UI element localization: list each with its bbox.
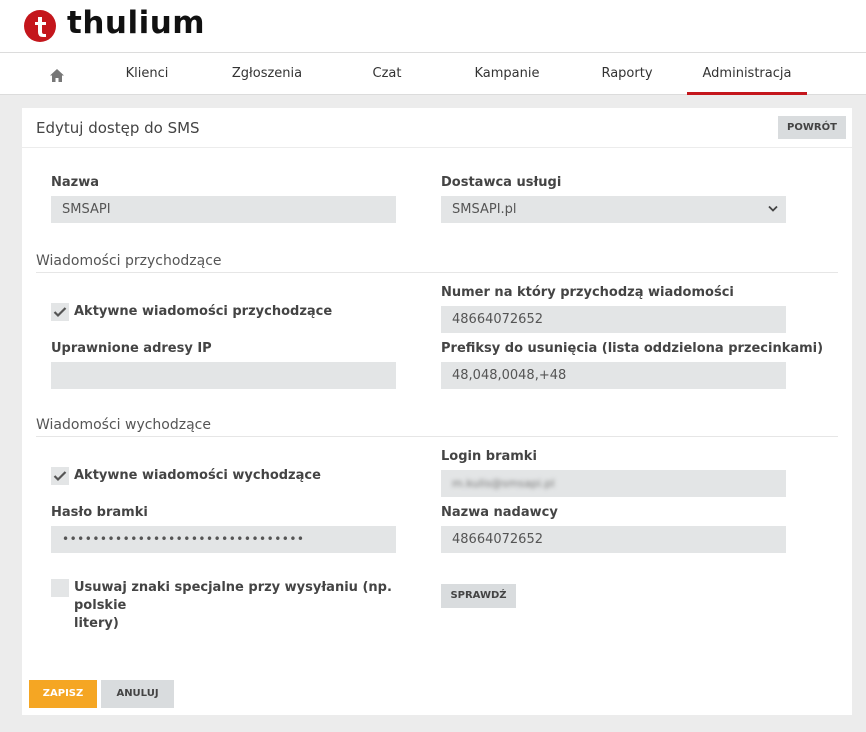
incoming-section-divider <box>36 272 838 273</box>
remove-special-chars-checkbox[interactable] <box>51 579 69 597</box>
gateway-login-label: Login bramki <box>441 449 537 464</box>
nav-item-czat[interactable]: Czat <box>352 53 422 95</box>
incoming-active-checkbox[interactable] <box>51 303 69 321</box>
name-label: Nazwa <box>51 175 100 190</box>
incoming-number-input[interactable]: 48664072652 <box>441 306 786 333</box>
chevron-down-icon <box>768 205 778 212</box>
provider-label: Dostawca usługi <box>441 175 562 190</box>
outgoing-active-checkbox[interactable] <box>51 467 69 485</box>
back-button[interactable]: POWRÓT <box>778 116 846 139</box>
provider-select-value: SMSAPI.pl <box>452 202 517 217</box>
brand-name[interactable]: thulium <box>67 5 205 41</box>
sender-name-input[interactable]: 48664072652 <box>441 526 786 553</box>
top-bar: thulium <box>0 0 866 52</box>
prefix-input[interactable]: 48,048,0048,+48 <box>441 362 786 389</box>
incoming-number-label: Numer na który przychodzą wiadomości <box>441 285 734 300</box>
check-icon <box>53 307 67 318</box>
sender-name-label: Nazwa nadawcy <box>441 505 558 520</box>
page-title: Edytuj dostęp do SMS <box>36 119 200 137</box>
provider-select[interactable]: SMSAPI.pl <box>441 196 786 223</box>
allowed-ip-label: Uprawnione adresy IP <box>51 341 212 356</box>
save-button[interactable]: ZAPISZ <box>29 680 97 708</box>
gateway-login-input[interactable]: m.kulis@smsapi.pl <box>441 470 786 497</box>
gateway-password-label: Hasło bramki <box>51 505 148 520</box>
main-nav: Klienci Zgłoszenia Czat Kampanie Raporty… <box>0 52 866 95</box>
incoming-section-title: Wiadomości przychodzące <box>36 253 222 269</box>
remove-special-chars-label: Usuwaj znaki specjalne przy wysyłaniu (n… <box>74 579 404 633</box>
gateway-password-input[interactable]: •••••••••••••••••••••••••••••••• <box>51 526 396 553</box>
thulium-logo-icon[interactable] <box>24 10 56 42</box>
nav-item-administracja[interactable]: Administracja <box>687 53 807 95</box>
outgoing-section-title: Wiadomości wychodzące <box>36 417 211 433</box>
outgoing-active-label: Aktywne wiadomości wychodzące <box>74 468 321 483</box>
remove-special-chars-label-line1: Usuwaj znaki specjalne przy wysyłaniu (n… <box>74 580 392 613</box>
sms-access-panel: Edytuj dostęp do SMS POWRÓT Nazwa SMSAPI… <box>22 108 852 715</box>
name-input[interactable]: SMSAPI <box>51 196 396 223</box>
nav-item-kampanie[interactable]: Kampanie <box>462 53 552 95</box>
panel-header: Edytuj dostęp do SMS POWRÓT <box>22 108 852 148</box>
gateway-login-value: m.kulis@smsapi.pl <box>452 477 555 490</box>
check-button[interactable]: SPRAWDŹ <box>441 584 516 608</box>
outgoing-section-divider <box>36 436 838 437</box>
nav-item-zgloszenia[interactable]: Zgłoszenia <box>214 53 320 95</box>
incoming-active-label: Aktywne wiadomości przychodzące <box>74 304 333 319</box>
nav-item-raporty[interactable]: Raporty <box>584 53 670 95</box>
prefix-label: Prefiksy do usunięcia (lista oddzielona … <box>441 341 824 356</box>
check-icon <box>53 471 67 482</box>
nav-item-klienci[interactable]: Klienci <box>100 53 194 95</box>
cancel-button[interactable]: ANULUJ <box>101 680 174 708</box>
allowed-ip-input[interactable] <box>51 362 396 389</box>
remove-special-chars-label-line2: litery) <box>74 616 119 631</box>
home-icon[interactable] <box>50 67 64 82</box>
